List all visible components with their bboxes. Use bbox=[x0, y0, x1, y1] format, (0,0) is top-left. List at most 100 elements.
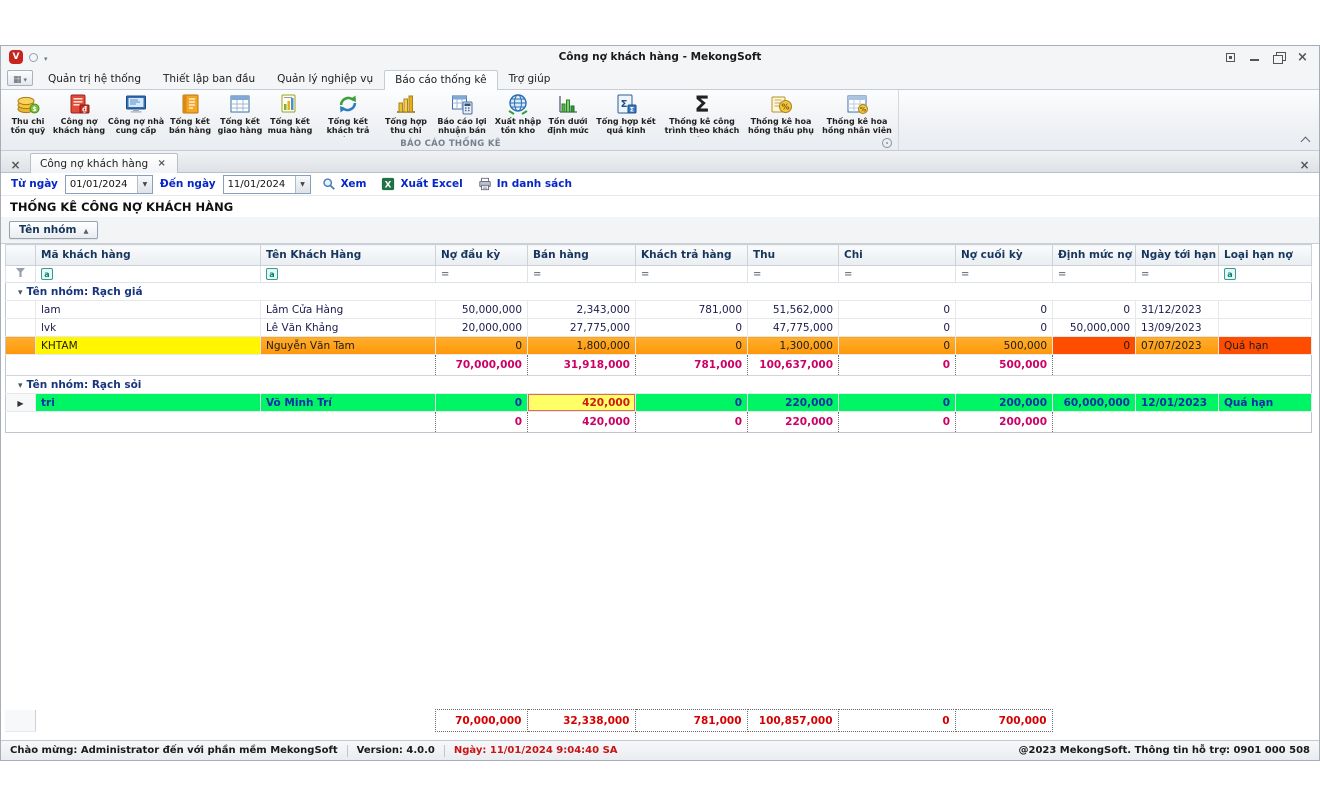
collapse-group-icon[interactable] bbox=[18, 381, 23, 391]
collapse-group-icon[interactable] bbox=[18, 288, 23, 298]
doc-tab-1[interactable]: Công nợ khách hàng bbox=[30, 153, 179, 173]
cell[interactable] bbox=[1218, 318, 1312, 337]
doc-tab-close-icon[interactable] bbox=[155, 157, 168, 171]
ribbon-button-13[interactable]: ΣThống kê công trình theo khách hàng bbox=[659, 90, 745, 138]
ribbon-button-6[interactable]: Tổng kết mua hàng bbox=[265, 90, 315, 138]
ribbon-button-9[interactable]: Báo cáo lợi nhuận bán hàng bbox=[431, 90, 493, 138]
group-row-2[interactable]: Tên nhóm: Rạch sỏi bbox=[5, 375, 1312, 394]
filter-cell-9[interactable] bbox=[1052, 265, 1136, 283]
ribbon-button-8[interactable]: Tổng hợp thu chi bbox=[381, 90, 431, 138]
filter-cell-6[interactable] bbox=[747, 265, 839, 283]
cell[interactable]: 1,300,000 bbox=[747, 336, 839, 355]
cell[interactable]: Nguyễn Văn Tam bbox=[260, 336, 436, 355]
cell[interactable]: 0 bbox=[955, 318, 1053, 337]
view-button[interactable]: Xem bbox=[318, 177, 371, 191]
column-header-8[interactable]: Nợ cuối kỳ bbox=[955, 244, 1053, 266]
ribbon-tab-quan-tri-he-thong[interactable]: Quản trị hệ thống bbox=[37, 69, 152, 89]
cell[interactable]: tri bbox=[35, 393, 261, 412]
ribbon-button-4[interactable]: Tổng kết bán hàng bbox=[165, 90, 215, 138]
cell[interactable]: 500,000 bbox=[955, 336, 1053, 355]
ribbon-button-1[interactable]: $ Thu chi tồn quỹ bbox=[5, 90, 51, 138]
window-restore-button[interactable] bbox=[1272, 51, 1286, 64]
ribbon-tab-quan-ly-nghiep-vu[interactable]: Quản lý nghiệp vụ bbox=[266, 69, 384, 89]
cell[interactable]: 07/07/2023 bbox=[1135, 336, 1219, 355]
cell[interactable]: 420,000 bbox=[527, 393, 636, 412]
cell[interactable]: 60,000,000 bbox=[1052, 393, 1136, 412]
cell[interactable]: 50,000,000 bbox=[435, 300, 528, 319]
cell[interactable]: 20,000,000 bbox=[435, 318, 528, 337]
cell[interactable]: 0 bbox=[635, 318, 748, 337]
cell[interactable]: 12/01/2023 bbox=[1135, 393, 1219, 412]
window-close-button[interactable] bbox=[1296, 50, 1309, 65]
column-header-6[interactable]: Thu bbox=[747, 244, 839, 266]
ribbon-button-10[interactable]: Xuất nhập tồn kho bbox=[493, 90, 543, 138]
cell[interactable]: KHTAM bbox=[35, 336, 261, 355]
to-date-input[interactable]: 11/01/2024 bbox=[222, 174, 311, 194]
cell[interactable]: 0 bbox=[435, 393, 528, 412]
column-header-3[interactable]: Nợ đầu kỳ bbox=[435, 244, 528, 266]
cell[interactable]: 0 bbox=[838, 300, 956, 319]
cell[interactable]: 0 bbox=[635, 393, 748, 412]
column-header-1[interactable]: Mã khách hàng bbox=[35, 244, 261, 266]
cell[interactable]: 0 bbox=[838, 393, 956, 412]
filter-cell-2[interactable] bbox=[260, 265, 436, 283]
print-list-button[interactable]: In danh sách bbox=[474, 177, 576, 191]
cell[interactable]: Lê Văn Khảng bbox=[260, 318, 436, 337]
cell[interactable]: 0 bbox=[838, 318, 956, 337]
cell[interactable]: 31/12/2023 bbox=[1135, 300, 1219, 319]
ribbon-button-5[interactable]: Tổng kết giao hàng bbox=[215, 90, 265, 138]
cell[interactable]: Võ Minh Trí bbox=[260, 393, 436, 412]
ribbon-tab-bao-cao-thong-ke[interactable]: Báo cáo thống kê bbox=[384, 70, 498, 90]
quick-access-circle-icon[interactable] bbox=[29, 52, 38, 62]
column-header-4[interactable]: Bán hàng bbox=[527, 244, 636, 266]
to-date-dropdown-icon[interactable] bbox=[294, 175, 310, 193]
column-header-7[interactable]: Chi bbox=[838, 244, 956, 266]
cell[interactable]: 27,775,000 bbox=[527, 318, 636, 337]
from-date-dropdown-icon[interactable] bbox=[136, 175, 152, 193]
cell[interactable]: Lâm Cửa Hàng bbox=[260, 300, 436, 319]
quick-access-caret-icon[interactable] bbox=[44, 51, 48, 64]
ribbon-app-menu-button[interactable] bbox=[7, 70, 33, 86]
cell[interactable]: 220,000 bbox=[747, 393, 839, 412]
ribbon-collapse-button[interactable] bbox=[1301, 135, 1309, 143]
group-row-1[interactable]: Tên nhóm: Rạch giá bbox=[5, 282, 1312, 301]
cell[interactable]: 0 bbox=[838, 336, 956, 355]
ribbon-button-14[interactable]: % Thống kê hoa hồng thầu phụ bbox=[745, 90, 817, 138]
group-by-chip[interactable]: Tên nhóm bbox=[9, 221, 99, 239]
column-header-2[interactable]: Tên Khách Hàng bbox=[260, 244, 436, 266]
column-header-9[interactable]: Định mức nợ bbox=[1052, 244, 1136, 266]
cell[interactable]: 0 bbox=[1052, 300, 1136, 319]
window-pin-button[interactable] bbox=[1224, 51, 1237, 64]
close-all-tabs-button[interactable] bbox=[9, 158, 22, 172]
from-date-input[interactable]: 01/01/2024 bbox=[64, 174, 153, 194]
ribbon-tab-thiet-lap-ban-dau[interactable]: Thiết lập ban đầu bbox=[152, 69, 266, 89]
cell[interactable]: Quá hạn bbox=[1218, 393, 1312, 412]
cell[interactable]: 50,000,000 bbox=[1052, 318, 1136, 337]
ribbon-button-2[interactable]: ₫ Công nợ khách hàng bbox=[51, 90, 107, 138]
column-header-10[interactable]: Ngày tới hạn bbox=[1135, 244, 1219, 266]
cell[interactable]: 0 bbox=[635, 336, 748, 355]
ribbon-tab-tro-giup[interactable]: Trợ giúp bbox=[498, 69, 562, 89]
cell[interactable]: 0 bbox=[955, 300, 1053, 319]
cell[interactable]: 51,562,000 bbox=[747, 300, 839, 319]
cell[interactable]: 13/09/2023 bbox=[1135, 318, 1219, 337]
ribbon-button-3[interactable]: Công nợ nhà cung cấp bbox=[107, 90, 165, 138]
cell[interactable]: 781,000 bbox=[635, 300, 748, 319]
cell[interactable]: 0 bbox=[1052, 336, 1136, 355]
ribbon-button-12[interactable]: ΣΣTổng hợp kết quả kinh doanh bbox=[593, 90, 659, 138]
export-excel-button[interactable]: X Xuất Excel bbox=[377, 177, 466, 191]
cell[interactable]: lam bbox=[35, 300, 261, 319]
ribbon-group-dialog-icon[interactable] bbox=[882, 138, 892, 148]
filter-cell-10[interactable] bbox=[1135, 265, 1219, 283]
filter-cell-8[interactable] bbox=[955, 265, 1053, 283]
close-document-button[interactable] bbox=[1298, 158, 1311, 172]
column-header-11[interactable]: Loại hạn nợ bbox=[1218, 244, 1312, 266]
cell[interactable]: lvk bbox=[35, 318, 261, 337]
cell[interactable]: 2,343,000 bbox=[527, 300, 636, 319]
filter-cell-4[interactable] bbox=[527, 265, 636, 283]
filter-cell-3[interactable] bbox=[435, 265, 528, 283]
cell[interactable]: 200,000 bbox=[955, 393, 1053, 412]
column-header-5[interactable]: Khách trả hàng bbox=[635, 244, 748, 266]
cell[interactable] bbox=[1218, 300, 1312, 319]
cell[interactable]: 1,800,000 bbox=[527, 336, 636, 355]
